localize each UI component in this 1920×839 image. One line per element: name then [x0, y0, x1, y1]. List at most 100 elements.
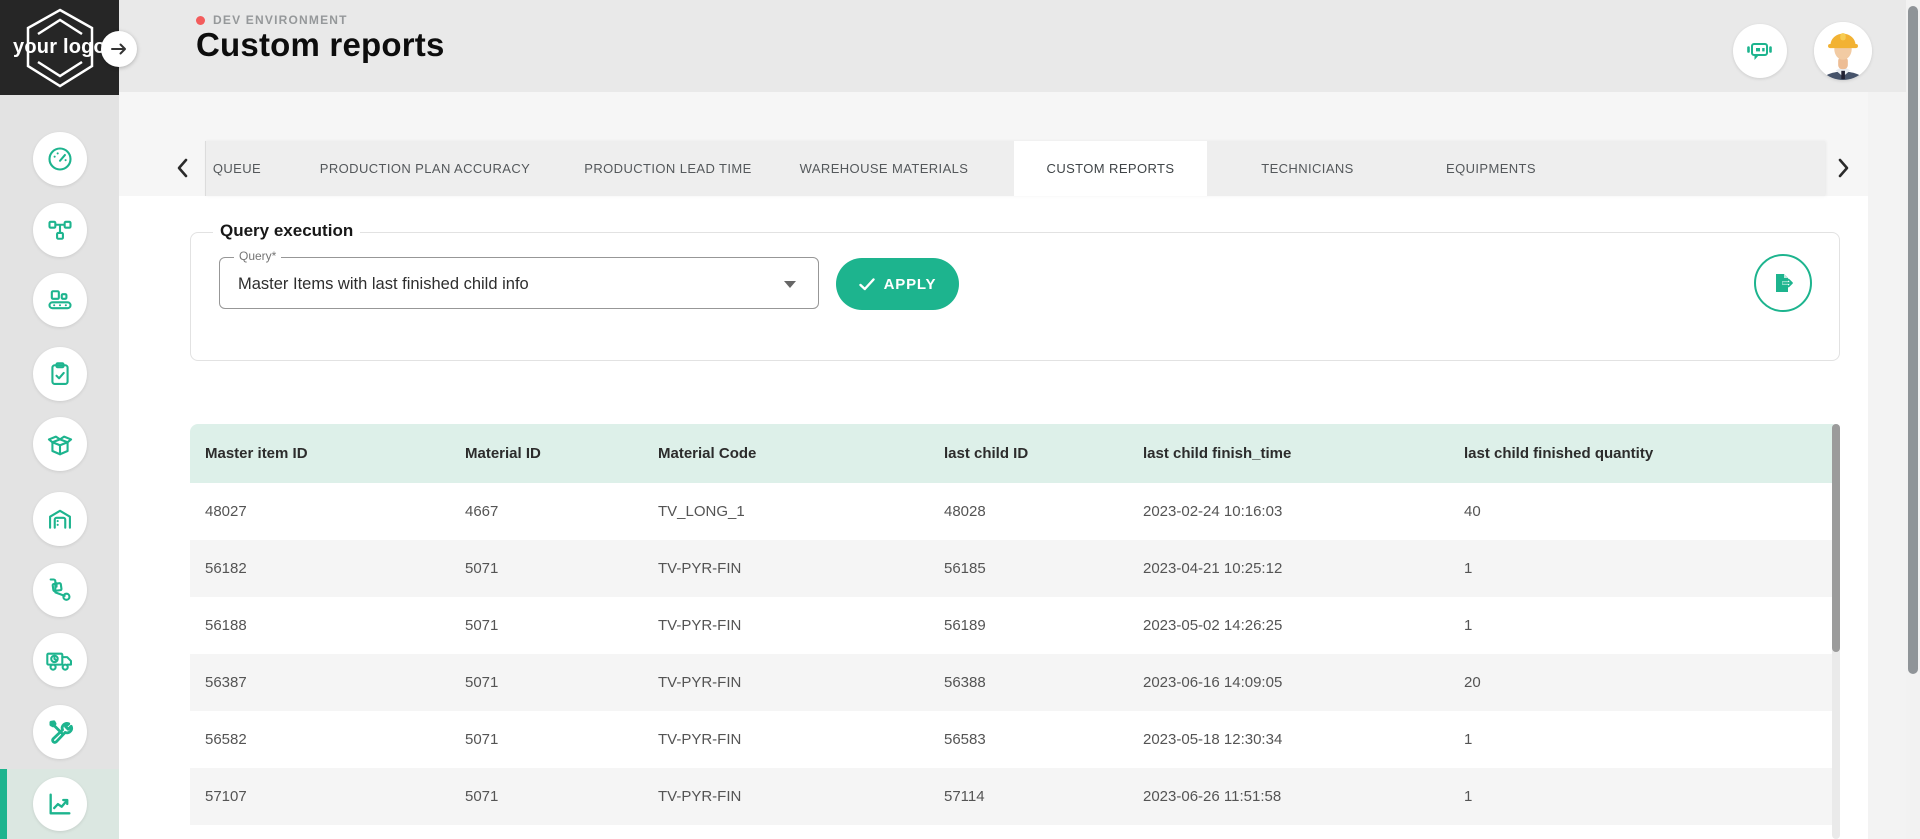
hand-truck-icon: [46, 576, 74, 604]
sidebar-item-warehouse[interactable]: [0, 487, 119, 551]
arrow-right-icon: [110, 42, 128, 56]
right-gutter: [1868, 92, 1906, 839]
clipboard-check-icon: [46, 360, 74, 388]
table-header-cell: last child finish_time: [1128, 445, 1449, 462]
chevron-down-icon: [784, 281, 796, 288]
table-row: 561885071TV-PYR-FIN561892023-05-02 14:26…: [190, 597, 1840, 654]
table-header-cell: Material Code: [643, 445, 929, 462]
table-row: 563875071TV-PYR-FIN563882023-06-16 14:09…: [190, 654, 1840, 711]
sidebar-expand-button[interactable]: [101, 31, 137, 67]
sidebar-item-reports[interactable]: [0, 769, 119, 839]
table-cell: 56388: [929, 674, 1128, 691]
tabs-scroll-left-button[interactable]: [169, 153, 195, 183]
table-cell: 56387: [190, 674, 450, 691]
panel-legend: Query execution: [213, 221, 360, 241]
table-cell: 2023-06-26 11:51:58: [1128, 788, 1449, 805]
sidebar-item-workflow[interactable]: [0, 198, 119, 262]
chatbot-button[interactable]: [1733, 24, 1787, 78]
tab-production-lead-time[interactable]: PRODUCTION LEAD TIME: [582, 141, 754, 196]
delivery-truck-icon: [45, 646, 75, 674]
table-cell: 56582: [190, 731, 450, 748]
tab-queue[interactable]: QUEUE: [206, 141, 268, 196]
table-cell: 1: [1449, 617, 1840, 634]
table-cell: 5071: [450, 560, 643, 577]
table-cell: 57114: [929, 788, 1128, 805]
environment-label: DEV ENVIRONMENT: [213, 13, 348, 27]
table-cell: TV-PYR-FIN: [643, 731, 929, 748]
sidebar: [0, 95, 119, 839]
table-cell: 2023-05-02 14:26:25: [1128, 617, 1449, 634]
tab-equipments[interactable]: EQUIPMENTS: [1408, 141, 1574, 196]
tab-technicians[interactable]: TECHNICIANS: [1207, 141, 1408, 196]
table-body: 480274667TV_LONG_1480282023-02-24 10:16:…: [190, 483, 1840, 825]
chevron-right-icon: [1838, 158, 1850, 178]
table-cell: 56189: [929, 617, 1128, 634]
query-select[interactable]: Query* Master Items with last finished c…: [219, 257, 819, 309]
table-header-cell: Material ID: [450, 445, 643, 462]
table-cell: 48028: [929, 503, 1128, 520]
page-scrollbar-thumb[interactable]: [1908, 6, 1918, 674]
tab-custom-reports[interactable]: CUSTOM REPORTS: [1014, 141, 1207, 196]
sidebar-item-shipping[interactable]: [0, 628, 119, 692]
table-cell: 5071: [450, 788, 643, 805]
workflow-icon: [46, 216, 74, 244]
table-cell: 56583: [929, 731, 1128, 748]
tab-warehouse-materials[interactable]: WAREHOUSE MATERIALS: [754, 141, 1014, 196]
gauge-icon: [46, 145, 74, 173]
table-row: 480274667TV_LONG_1480282023-02-24 10:16:…: [190, 483, 1840, 540]
chart-reports-icon: [46, 790, 74, 818]
apply-button[interactable]: APPLY: [836, 258, 959, 310]
table-cell: 20: [1449, 674, 1840, 691]
table-scrollbar[interactable]: [1832, 424, 1840, 839]
warehouse-icon: [46, 505, 74, 533]
table-cell: 1: [1449, 731, 1840, 748]
query-execution-panel: Query execution Query* Master Items with…: [190, 232, 1840, 361]
table-scrollbar-thumb[interactable]: [1832, 424, 1840, 652]
robot-chat-icon: [1745, 37, 1775, 65]
worker-avatar: [1814, 22, 1872, 80]
table-row: 571075071TV-PYR-FIN571142023-06-26 11:51…: [190, 768, 1840, 825]
conveyor-icon: [46, 286, 74, 314]
table-cell: 2023-02-24 10:16:03: [1128, 503, 1449, 520]
table-cell: 56185: [929, 560, 1128, 577]
table-cell: 5071: [450, 674, 643, 691]
table-cell: 57107: [190, 788, 450, 805]
check-icon: [859, 278, 875, 291]
table-cell: 1: [1449, 788, 1840, 805]
sidebar-item-tasks[interactable]: [0, 342, 119, 406]
table-cell: 5071: [450, 731, 643, 748]
table-header-row: Master item IDMaterial IDMaterial Code la…: [190, 424, 1840, 483]
table-cell: 48027: [190, 503, 450, 520]
logo-text: your logo: [13, 36, 106, 59]
sidebar-item-materials[interactable]: [0, 412, 119, 476]
environment-badge: DEV ENVIRONMENT: [196, 13, 348, 27]
table-cell: 2023-05-18 12:30:34: [1128, 731, 1449, 748]
table-cell: 56182: [190, 560, 450, 577]
table-row: 561825071TV-PYR-FIN561852023-04-21 10:25…: [190, 540, 1840, 597]
table-cell: TV-PYR-FIN: [643, 617, 929, 634]
sidebar-item-dashboard[interactable]: [0, 127, 119, 191]
table-cell: 2023-06-16 14:09:05: [1128, 674, 1449, 691]
table-cell: TV_LONG_1: [643, 503, 929, 520]
sidebar-item-production[interactable]: [0, 268, 119, 332]
table-cell: 5071: [450, 617, 643, 634]
table-cell: 56188: [190, 617, 450, 634]
table-row: 565825071TV-PYR-FIN565832023-05-18 12:30…: [190, 711, 1840, 768]
table-cell: 2023-04-21 10:25:12: [1128, 560, 1449, 577]
user-avatar[interactable]: [1814, 22, 1872, 80]
table-cell: 1: [1449, 560, 1840, 577]
chevron-left-icon: [176, 158, 188, 178]
tabs-scroll-right-button[interactable]: [1831, 153, 1857, 183]
table-cell: TV-PYR-FIN: [643, 674, 929, 691]
sidebar-item-maintenance[interactable]: [0, 700, 119, 764]
table-cell: TV-PYR-FIN: [643, 788, 929, 805]
page-scrollbar[interactable]: [1906, 0, 1920, 839]
open-box-icon: [46, 430, 74, 458]
table-cell: 4667: [450, 503, 643, 520]
sidebar-item-logistics[interactable]: [0, 558, 119, 622]
query-select-value: Master Items with last finished child in…: [238, 258, 529, 310]
export-button[interactable]: [1754, 254, 1812, 312]
page-title: Custom reports: [196, 26, 445, 64]
table-header-cell: Master item ID: [190, 445, 450, 462]
tab-production-plan-accuracy[interactable]: PRODUCTION PLAN ACCURACY: [268, 141, 582, 196]
